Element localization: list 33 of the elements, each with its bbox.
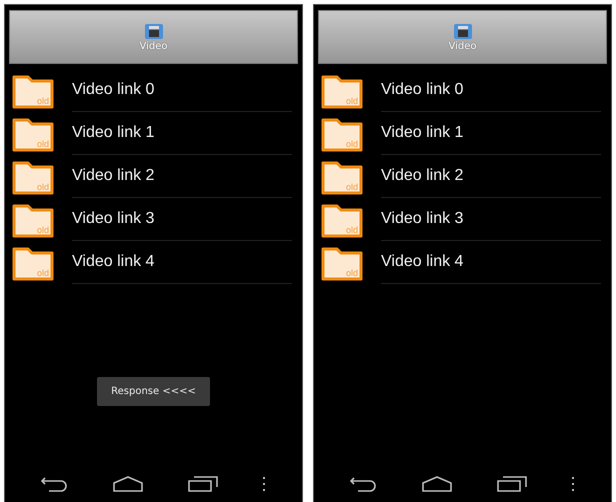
folder-icon: old <box>12 158 54 194</box>
overflow-menu-icon[interactable] <box>570 477 575 491</box>
back-icon[interactable] <box>41 476 70 492</box>
folder-icon: old <box>321 116 363 152</box>
folder-icon: old <box>12 244 54 280</box>
list-item[interactable]: Video link 1 <box>72 112 292 155</box>
folder-icon: old <box>12 116 54 152</box>
clapperboard-icon <box>144 22 162 39</box>
home-icon[interactable] <box>113 476 144 492</box>
folder-icon: old <box>12 72 54 108</box>
list-item[interactable]: Video link 3 <box>72 198 292 241</box>
folder-icon: old <box>321 72 363 108</box>
folder-icon: old <box>321 244 363 280</box>
list-item[interactable]: Video link 4 <box>381 241 601 284</box>
list-item[interactable]: Video link 0 <box>72 69 292 112</box>
list-item[interactable]: Video link 0 <box>381 69 601 112</box>
folder-icon: old <box>12 202 54 238</box>
list-item[interactable]: Video link 3 <box>381 198 601 241</box>
list-item[interactable]: Video link 2 <box>381 155 601 198</box>
recent-apps-icon[interactable] <box>188 476 218 492</box>
overflow-menu-icon[interactable] <box>262 477 266 491</box>
recent-apps-icon[interactable] <box>496 476 527 492</box>
header-title: Video <box>448 41 477 52</box>
home-icon[interactable] <box>422 476 452 492</box>
header-title: Video <box>139 41 168 52</box>
folder-icon: old <box>321 158 363 194</box>
toast-message: Response <<<< <box>97 377 210 406</box>
clapperboard-icon <box>454 22 472 39</box>
back-icon[interactable] <box>350 476 378 492</box>
list-item[interactable]: Video link 4 <box>72 241 292 284</box>
list-item[interactable]: Video link 1 <box>381 112 601 155</box>
list-item[interactable]: Video link 2 <box>72 155 292 198</box>
folder-icon: old <box>321 202 363 238</box>
